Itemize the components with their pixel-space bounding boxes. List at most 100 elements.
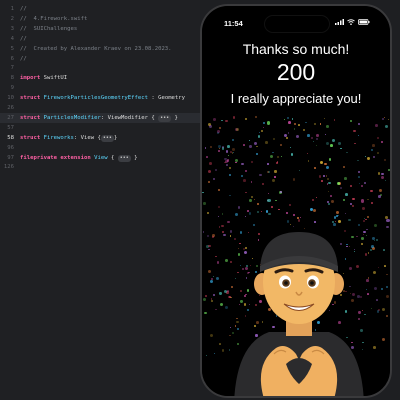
code-line[interactable]: 126 — [0, 162, 200, 172]
firework-particle — [330, 194, 333, 197]
firework-particle — [380, 287, 383, 290]
count-label[interactable]: 200 — [202, 59, 390, 86]
firework-particle — [297, 124, 300, 127]
firework-particle — [260, 210, 263, 213]
code-line[interactable]: 6 // — [0, 54, 200, 64]
code-token: struct — [20, 114, 44, 121]
firework-particle — [311, 198, 315, 202]
firework-particle — [237, 205, 241, 209]
firework-particle — [294, 123, 297, 126]
firework-particle — [330, 143, 334, 147]
code-token: // — [20, 35, 27, 42]
firework-particle — [336, 215, 338, 217]
firework-particle — [315, 144, 318, 147]
code-text: import SwiftUI — [20, 73, 67, 83]
firework-particle — [217, 130, 221, 133]
folded-code-badge[interactable]: ••• — [100, 134, 114, 142]
firework-particle — [257, 135, 261, 138]
firework-particle — [240, 175, 243, 177]
firework-particle — [207, 181, 210, 184]
firework-particle — [205, 156, 208, 159]
code-line[interactable]: 97 fileprivate extension View { ••• } — [0, 153, 200, 163]
firework-particle — [209, 145, 213, 149]
firework-particle — [385, 124, 389, 128]
firework-particle — [362, 206, 365, 210]
code-line[interactable]: 2 // 4.Firework.swift — [0, 14, 200, 24]
firework-particle — [326, 165, 330, 169]
simulator-screen[interactable]: 11:54 Thanks so much! 200 I really appre… — [202, 6, 390, 396]
folded-code-badge[interactable]: ••• — [117, 154, 131, 162]
code-line[interactable]: 8 import SwiftUI — [0, 73, 200, 83]
firework-particle — [206, 212, 209, 215]
code-token: { — [107, 154, 118, 161]
firework-particle — [313, 141, 315, 143]
firework-particle — [231, 148, 235, 151]
firework-particle — [370, 202, 373, 205]
code-line[interactable]: 1 // — [0, 4, 200, 14]
phone-simulator: 11:54 Thanks so much! 200 I really appre… — [200, 4, 392, 398]
firework-particle — [263, 122, 266, 125]
code-line[interactable]: 57 — [0, 123, 200, 133]
firework-particle — [334, 220, 337, 223]
firework-particle — [331, 138, 335, 143]
firework-particle — [277, 161, 279, 163]
firework-particle — [323, 117, 325, 119]
firework-particle — [228, 166, 231, 169]
firework-particle — [364, 156, 366, 158]
firework-particle — [327, 177, 330, 180]
code-token: SwiftUI — [43, 75, 68, 82]
line-number: 1 — [10, 6, 14, 12]
code-line[interactable]: 5 // Created by Alexander Kraev on 23.08.… — [0, 44, 200, 54]
firework-particle — [235, 161, 237, 164]
firework-particle — [318, 174, 322, 178]
firework-particle — [375, 299, 378, 302]
code-text: // Created by Alexander Kraev on 23.08.2… — [20, 44, 172, 54]
code-editor[interactable]: 1 // 2 // 4.Firework.swift 3 // SUIChallenges… — [0, 0, 200, 400]
code-line[interactable]: 58 struct Fireworks: View {•••} — [0, 133, 200, 143]
code-line[interactable]: 7 — [0, 63, 200, 73]
folded-code-badge[interactable]: ••• — [158, 114, 172, 122]
code-line[interactable]: 27 struct ParticlesModifier: ViewModifier… — [0, 113, 200, 123]
code-token: } — [113, 134, 118, 141]
code-line[interactable]: 10 struct FireworkParticlesGeometryEffect… — [0, 93, 200, 103]
firework-particle — [207, 169, 211, 173]
code-text: fileprivate extension View { ••• } — [20, 153, 137, 163]
firework-particle — [277, 155, 280, 158]
code-line[interactable]: 9 — [0, 83, 200, 93]
firework-particle — [216, 260, 220, 264]
firework-particle — [235, 128, 239, 132]
firework-particle — [376, 310, 380, 314]
firework-particle — [289, 146, 291, 148]
firework-particle — [235, 212, 238, 216]
firework-particle — [213, 293, 216, 296]
code-line[interactable]: 3 // SUIChallenges — [0, 24, 200, 34]
firework-particle — [254, 116, 257, 118]
firework-particle — [313, 122, 317, 126]
firework-particle — [229, 194, 231, 197]
firework-particle — [337, 142, 341, 145]
firework-particle — [243, 179, 246, 182]
code-token: FireworkParticlesGeometryEffect — [43, 95, 148, 102]
firework-particle — [377, 137, 380, 140]
firework-particle — [204, 311, 207, 315]
firework-particle — [249, 139, 251, 141]
firework-particle — [261, 182, 264, 185]
code-line[interactable]: 26 — [0, 103, 200, 113]
cellular-signal-icon — [335, 19, 344, 25]
firework-particle — [353, 142, 356, 145]
code-line[interactable]: 96 — [0, 143, 200, 153]
firework-particle — [215, 169, 217, 171]
firework-particle — [352, 129, 356, 133]
firework-particle — [383, 265, 386, 267]
firework-particle — [357, 176, 360, 178]
code-line[interactable]: 4 // — [0, 34, 200, 44]
battery-icon — [358, 19, 370, 25]
firework-particle — [226, 144, 230, 148]
firework-particle — [378, 188, 382, 192]
firework-particle — [298, 169, 301, 171]
code-token: : View { — [73, 134, 101, 141]
line-number: 58 — [7, 134, 14, 141]
firework-particle — [307, 134, 310, 137]
firework-particle — [302, 128, 305, 131]
line-number: 126 — [3, 164, 14, 171]
